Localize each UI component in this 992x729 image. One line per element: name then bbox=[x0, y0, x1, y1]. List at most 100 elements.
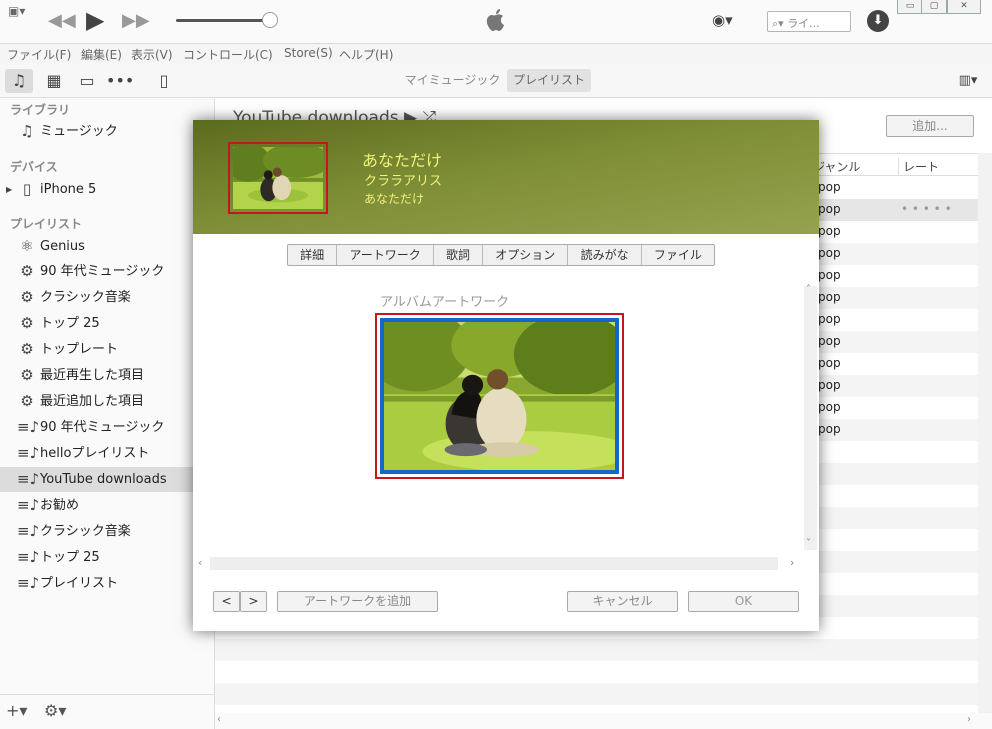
playlist-icon: ≡♪ bbox=[17, 418, 40, 436]
table-row[interactable] bbox=[215, 639, 978, 661]
tab-file[interactable]: ファイル bbox=[642, 245, 714, 265]
sidebar-item-classical[interactable]: ≡♪ クラシック音楽 bbox=[0, 519, 214, 544]
menu-view[interactable]: 表示(V) bbox=[131, 46, 173, 63]
sidebar-item-playlist[interactable]: ≡♪ プレイリスト bbox=[0, 571, 214, 596]
maximize-icon[interactable]: ▢ bbox=[921, 0, 947, 14]
dialog-header: あなただけ クララアリス あなただけ bbox=[193, 120, 819, 234]
album-artwork-image[interactable] bbox=[380, 318, 619, 474]
sidebar-item-youtube-downloads[interactable]: ≡♪ YouTube downloads bbox=[0, 467, 214, 492]
smart-playlist-gear-icon: ⚙ bbox=[20, 340, 34, 358]
main-horizontal-scrollbar[interactable]: ‹ › bbox=[215, 713, 992, 729]
ok-button[interactable]: OK bbox=[688, 591, 799, 612]
sidebar-item-hello[interactable]: ≡♪ helloプレイリスト bbox=[0, 441, 214, 466]
column-genre[interactable]: ジャンル bbox=[813, 158, 860, 175]
menu-controls[interactable]: コントロール(C) bbox=[183, 46, 273, 63]
view-options-icon[interactable]: ▥▾ bbox=[952, 69, 984, 93]
table-row[interactable] bbox=[215, 683, 978, 705]
menu-bar: ファイル(F) 編集(E) 表示(V) コントロール(C) Store(S) ヘ… bbox=[0, 44, 992, 63]
sidebar-item-recommended[interactable]: ≡♪ お勧め bbox=[0, 493, 214, 518]
playlist-icon: ≡♪ bbox=[17, 444, 40, 462]
dialog-horizontal-scrollbar[interactable]: ‹ › bbox=[198, 556, 794, 570]
genre-cell: pop bbox=[818, 246, 841, 260]
sidebar-item-label: クラシック音楽 bbox=[40, 290, 131, 305]
player-toolbar: ▣▾ ◀◀ ▶ ▶▶ ◉▾ ⌕▾ ライ... ⬇ ▭ ▢ ✕ bbox=[0, 0, 992, 44]
tab-artwork[interactable]: アートワーク bbox=[337, 245, 434, 265]
sidebar-item-90s[interactable]: ≡♪ 90 年代ミュージック bbox=[0, 415, 214, 440]
menu-edit[interactable]: 編集(E) bbox=[81, 46, 122, 63]
song-info-dialog: あなただけ クララアリス あなただけ 詳細 アートワーク 歌詞 オプション 読み… bbox=[193, 120, 819, 631]
menu-store[interactable]: Store(S) bbox=[284, 46, 333, 60]
account-icon[interactable]: ◉▾ bbox=[712, 11, 733, 29]
tab-lyrics[interactable]: 歌詞 bbox=[434, 245, 484, 265]
sidebar-item-music[interactable]: ♫ ミュージック bbox=[0, 119, 214, 144]
search-input[interactable]: ⌕▾ ライ... bbox=[767, 11, 851, 32]
scroll-left-icon[interactable]: ‹ bbox=[217, 714, 221, 725]
sidebar-item-90s-smart[interactable]: ⚙ 90 年代ミュージック bbox=[0, 259, 214, 284]
album-artwork-frame bbox=[375, 313, 624, 479]
playlist-icon: ≡♪ bbox=[17, 496, 40, 514]
sidebar-item-label: 最近追加した項目 bbox=[40, 394, 145, 409]
cancel-button[interactable]: キャンセル bbox=[567, 591, 678, 612]
track-artist: クララアリス bbox=[364, 174, 443, 189]
genre-cell: pop bbox=[818, 202, 841, 216]
menu-help[interactable]: ヘルプ(H) bbox=[339, 46, 393, 63]
sidebar-item-classical-smart[interactable]: ⚙ クラシック音楽 bbox=[0, 285, 214, 310]
previous-track-button[interactable]: < bbox=[213, 591, 240, 612]
sidebar-item-top-rated[interactable]: ⚙ トップレート bbox=[0, 337, 214, 362]
column-header: ジャンル レート bbox=[810, 153, 978, 176]
sidebar-item-recently-added[interactable]: ⚙ 最近追加した項目 bbox=[0, 389, 214, 414]
previous-track-icon[interactable]: ◀◀ bbox=[48, 10, 76, 31]
next-track-icon[interactable]: ▶▶ bbox=[122, 10, 150, 31]
sidebar-item-label: 90 年代ミュージック bbox=[40, 264, 165, 279]
app-menu-icon[interactable]: ▣▾ bbox=[8, 4, 25, 18]
menu-file[interactable]: ファイル(F) bbox=[7, 46, 71, 63]
tab-playlist[interactable]: プレイリスト bbox=[507, 69, 591, 92]
tab-details[interactable]: 詳細 bbox=[288, 245, 338, 265]
play-icon[interactable]: ▶ bbox=[86, 6, 104, 34]
sidebar-item-top25[interactable]: ≡♪ トップ 25 bbox=[0, 545, 214, 570]
scroll-right-icon[interactable]: › bbox=[967, 714, 971, 725]
sidebar-item-top25-smart[interactable]: ⚙ トップ 25 bbox=[0, 311, 214, 336]
scroll-right-icon[interactable]: › bbox=[790, 556, 794, 569]
iphone-icon: ▯ bbox=[22, 180, 32, 198]
sidebar-item-label: 90 年代ミュージック bbox=[40, 420, 165, 435]
sidebar-item-iphone[interactable]: ▶ ▯ iPhone 5 bbox=[0, 177, 214, 202]
settings-gear-icon[interactable]: ⚙▾ bbox=[44, 701, 66, 720]
album-artwork-picture bbox=[384, 322, 615, 470]
volume-slider[interactable] bbox=[176, 19, 270, 22]
next-track-button[interactable]: > bbox=[240, 591, 267, 612]
genre-cell: pop bbox=[818, 356, 841, 370]
scroll-left-icon[interactable]: ‹ bbox=[198, 556, 202, 569]
minimize-icon[interactable]: ▭ bbox=[897, 0, 923, 14]
dialog-vertical-scrollbar[interactable]: ˄ ˅ bbox=[804, 284, 817, 550]
genre-cell: pop bbox=[818, 378, 841, 392]
tab-sorting[interactable]: 読みがな bbox=[568, 245, 642, 265]
sidebar-item-label: トップレート bbox=[40, 342, 119, 357]
more-media-icon[interactable]: ••• bbox=[106, 69, 134, 93]
add-artwork-button[interactable]: アートワークを追加 bbox=[277, 591, 438, 612]
rating-dots[interactable]: • • • • • bbox=[901, 202, 952, 216]
genre-cell: pop bbox=[818, 224, 841, 238]
sidebar-item-genius[interactable]: ⚛ Genius bbox=[0, 234, 214, 259]
main-vertical-scrollbar[interactable] bbox=[978, 153, 992, 713]
add-playlist-icon[interactable]: +▾ bbox=[6, 701, 27, 720]
add-button[interactable]: 追加... bbox=[886, 115, 974, 137]
device-iphone-icon[interactable]: ▯ bbox=[150, 69, 178, 93]
music-media-icon[interactable]: ♫ bbox=[5, 69, 33, 93]
column-rating[interactable]: レート bbox=[898, 158, 939, 175]
sidebar-item-recently-played[interactable]: ⚙ 最近再生した項目 bbox=[0, 363, 214, 388]
close-icon[interactable]: ✕ bbox=[947, 0, 981, 14]
download-icon[interactable]: ⬇ bbox=[867, 10, 889, 32]
disclosure-triangle-icon[interactable]: ▶ bbox=[6, 177, 12, 202]
tab-options[interactable]: オプション bbox=[483, 245, 569, 265]
itunes-window: ▣▾ ◀◀ ▶ ▶▶ ◉▾ ⌕▾ ライ... ⬇ ▭ ▢ ✕ ファイル(F) 編… bbox=[0, 0, 992, 729]
tab-my-music[interactable]: マイミュージック bbox=[403, 69, 502, 92]
volume-knob[interactable] bbox=[262, 12, 278, 28]
tv-media-icon[interactable]: ▭ bbox=[73, 69, 101, 93]
scroll-down-icon[interactable]: ˅ bbox=[806, 538, 811, 549]
table-row[interactable] bbox=[215, 661, 978, 683]
movies-media-icon[interactable]: ▦ bbox=[40, 69, 68, 93]
genre-cell: pop bbox=[818, 312, 841, 326]
scroll-up-icon[interactable]: ˄ bbox=[806, 284, 811, 295]
sidebar-item-label: トップ 25 bbox=[40, 550, 100, 565]
